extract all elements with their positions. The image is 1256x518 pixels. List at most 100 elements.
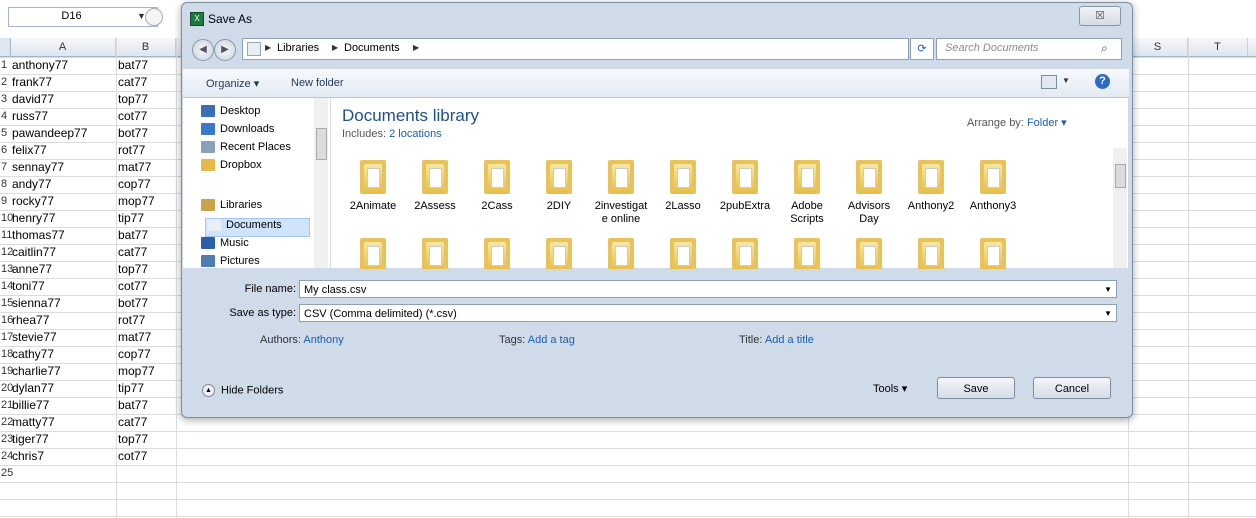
cell-a[interactable]: tiger77 <box>10 431 118 447</box>
cell-b[interactable]: cot77 <box>116 108 178 124</box>
cell-b[interactable]: mop77 <box>116 193 178 209</box>
cell-a[interactable]: frank77 <box>10 74 118 90</box>
nav-item-documents[interactable]: Documents <box>207 216 282 234</box>
authors-value[interactable]: Anthony <box>303 334 343 346</box>
cell-b[interactable]: top77 <box>116 261 178 277</box>
save-button[interactable]: Save <box>937 377 1015 399</box>
column-header-s[interactable]: S <box>1128 38 1188 56</box>
cell-b[interactable]: tip77 <box>116 210 178 226</box>
cell-b[interactable]: bat77 <box>116 227 178 243</box>
cell-a[interactable]: dylan77 <box>10 380 118 396</box>
formula-button-icon[interactable] <box>145 8 163 26</box>
tags-value[interactable]: Add a tag <box>528 334 575 346</box>
folder-item[interactable]: 2Assess <box>405 160 465 213</box>
save-type-select[interactable]: CSV (Comma delimited) (*.csv) ▼ <box>299 304 1117 322</box>
cell-a[interactable]: david77 <box>10 91 118 107</box>
cell-b[interactable]: bat77 <box>116 397 178 413</box>
cell-b[interactable]: cat77 <box>116 74 178 90</box>
cell-a[interactable]: rocky77 <box>10 193 118 209</box>
breadcrumb-libraries[interactable]: Libraries <box>277 42 319 54</box>
search-box[interactable]: Search Documents ⌕ <box>936 38 1122 60</box>
cell-b[interactable]: mat77 <box>116 159 178 175</box>
cell-a[interactable]: andy77 <box>10 176 118 192</box>
cell-b[interactable]: bot77 <box>116 125 178 141</box>
folder-item[interactable]: 2Animate <box>343 160 403 213</box>
cell-b[interactable]: bot77 <box>116 295 178 311</box>
breadcrumb-documents[interactable]: Documents <box>344 42 400 54</box>
cell-b[interactable]: rot77 <box>116 142 178 158</box>
folder-item[interactable]: 2pubExtra <box>715 160 775 213</box>
search-icon[interactable]: ⌕ <box>1101 41 1115 55</box>
cell-a[interactable] <box>10 465 118 481</box>
cell-a[interactable]: chris7 <box>10 448 118 464</box>
cell-a[interactable]: caitlin77 <box>10 244 118 260</box>
cell-b[interactable]: cot77 <box>116 448 178 464</box>
column-header-t[interactable]: T <box>1188 38 1248 56</box>
folder-item[interactable]: Adobe Scripts <box>777 160 837 226</box>
arrange-dropdown[interactable]: Folder ▾ <box>1027 117 1067 129</box>
folder-item[interactable]: Advisors Day <box>839 160 899 226</box>
column-header-b[interactable]: B <box>116 38 176 56</box>
cell-a[interactable]: anthony77 <box>10 57 118 73</box>
cell-b[interactable]: tip77 <box>116 380 178 396</box>
cell-b[interactable]: cop77 <box>116 346 178 362</box>
cell-a[interactable]: matty77 <box>10 414 118 430</box>
nav-item-dropbox[interactable]: Dropbox <box>201 156 262 174</box>
forward-icon[interactable]: ▶ <box>214 39 236 61</box>
folder-item[interactable]: 2Lasso <box>653 160 713 213</box>
cell-b[interactable]: bat77 <box>116 57 178 73</box>
content-scrollbar[interactable] <box>1113 148 1127 268</box>
organize-button[interactable]: Organize ▾ <box>206 77 259 90</box>
tools-button[interactable]: Tools ▾ <box>873 382 907 395</box>
cell-a[interactable]: russ77 <box>10 108 118 124</box>
nav-item-music[interactable]: Music <box>201 234 249 252</box>
cell-b[interactable]: mat77 <box>116 329 178 345</box>
cell-b[interactable]: top77 <box>116 91 178 107</box>
cell-a[interactable]: sennay77 <box>10 159 118 175</box>
cell-a[interactable]: felix77 <box>10 142 118 158</box>
cell-b[interactable]: cat77 <box>116 244 178 260</box>
view-icon[interactable] <box>1041 75 1057 89</box>
title-value[interactable]: Add a title <box>765 334 814 346</box>
folder-item[interactable]: 2investigat e online <box>591 160 651 226</box>
cell-b[interactable]: mop77 <box>116 363 178 379</box>
chevron-down-icon[interactable]: ▼ <box>1062 76 1070 85</box>
scroll-thumb[interactable] <box>1115 164 1126 188</box>
refresh-icon[interactable]: ⟳ <box>910 38 934 60</box>
cell-a[interactable]: billie77 <box>10 397 118 413</box>
folder-item[interactable]: 2Cass <box>467 160 527 213</box>
cancel-button[interactable]: Cancel <box>1033 377 1111 399</box>
cell-a[interactable]: sienna77 <box>10 295 118 311</box>
search-input[interactable]: Search Documents <box>945 42 1039 54</box>
cell-b[interactable]: top77 <box>116 431 178 447</box>
cell-a[interactable]: thomas77 <box>10 227 118 243</box>
breadcrumb[interactable]: ▶ Libraries ▶ Documents ▶ ▼ <box>242 38 959 60</box>
chevron-down-icon[interactable]: ▼ <box>1104 281 1112 299</box>
cell-a[interactable]: pawandeep77 <box>10 125 118 141</box>
cell-a[interactable]: henry77 <box>10 210 118 226</box>
cell-b[interactable]: cop77 <box>116 176 178 192</box>
cell-a[interactable]: stevie77 <box>10 329 118 345</box>
cell-a[interactable]: toni77 <box>10 278 118 294</box>
nav-item-libraries[interactable]: Libraries <box>201 196 262 214</box>
cell-a[interactable]: anne77 <box>10 261 118 277</box>
title-bar[interactable]: X Save As ☒ <box>182 3 1132 31</box>
name-box[interactable]: D16 ▼ <box>8 7 158 27</box>
cell-a[interactable]: cathy77 <box>10 346 118 362</box>
select-all-corner[interactable] <box>0 38 11 56</box>
cell-a[interactable]: charlie77 <box>10 363 118 379</box>
cell-b[interactable]: cot77 <box>116 278 178 294</box>
back-icon[interactable]: ◀ <box>192 39 214 61</box>
column-header-a[interactable]: A <box>10 38 116 56</box>
help-icon[interactable]: ? <box>1095 74 1110 89</box>
scroll-thumb[interactable] <box>316 128 327 160</box>
nav-item-pictures[interactable]: Pictures <box>201 252 260 270</box>
nav-item-desktop[interactable]: Desktop <box>201 102 260 120</box>
folder-item[interactable]: Anthony2 <box>901 160 961 213</box>
cell-b[interactable] <box>116 465 178 481</box>
cell-a[interactable]: rhea77 <box>10 312 118 328</box>
nav-scrollbar[interactable] <box>314 98 328 268</box>
folder-item[interactable]: 2DIY <box>529 160 589 213</box>
close-button[interactable]: ☒ <box>1079 6 1121 26</box>
locations-link[interactable]: 2 locations <box>389 128 442 140</box>
